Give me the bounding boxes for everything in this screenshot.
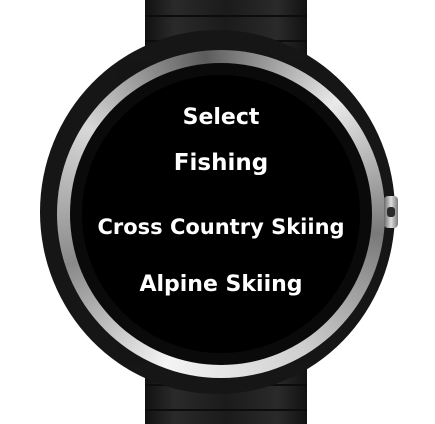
strap-groove: [145, 409, 307, 411]
menu-item-alpine-skiing[interactable]: Alpine Skiing: [82, 272, 360, 297]
side-button-icon: [387, 207, 395, 217]
side-button[interactable]: [384, 196, 398, 228]
watch-screen: Select Fishing Cross Country Skiing Alpi…: [82, 75, 360, 353]
menu-item-cross-country-skiing[interactable]: Cross Country Skiing: [82, 215, 360, 239]
menu-title: Select: [182, 105, 260, 130]
menu-item-fishing[interactable]: Fishing: [82, 150, 360, 176]
strap-groove: [145, 15, 307, 17]
